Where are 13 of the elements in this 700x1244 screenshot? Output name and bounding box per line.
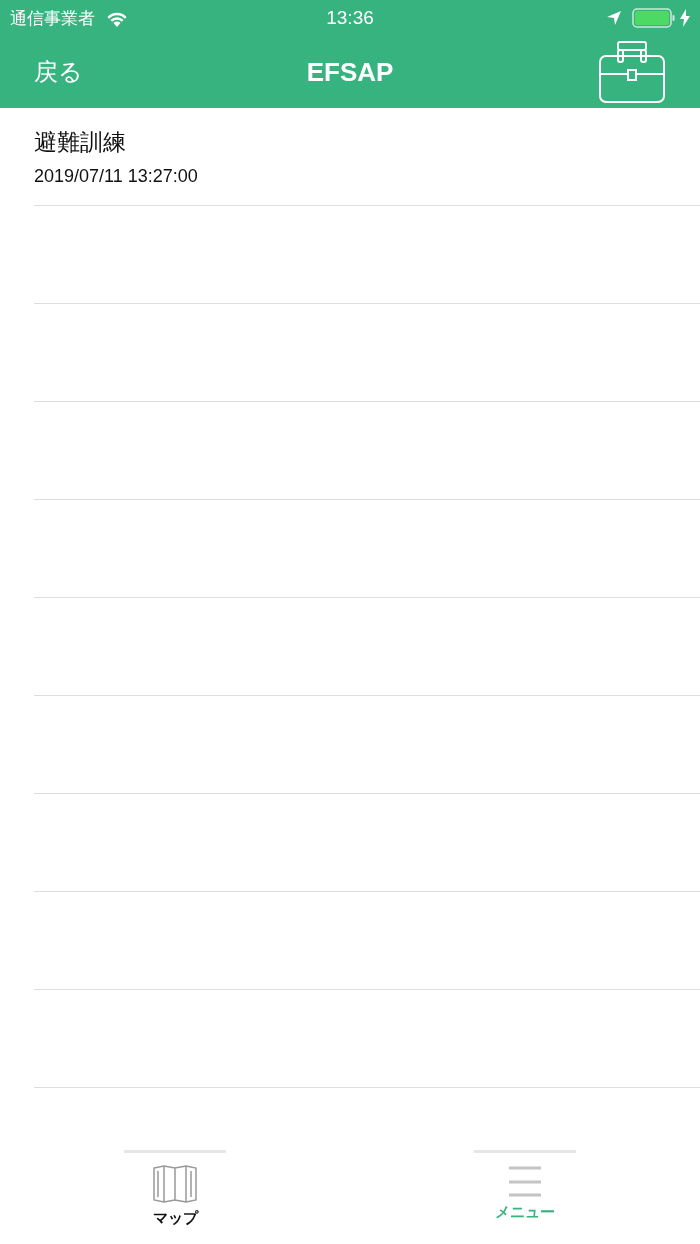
- battery-icon: [632, 8, 676, 28]
- location-icon: [606, 10, 622, 26]
- item-date: 2019/07/11 13:27:00: [34, 165, 198, 187]
- clock-time: 13:36: [325, 7, 375, 29]
- item-title: 避難訓練: [34, 127, 126, 157]
- menu-icon: [507, 1165, 543, 1197]
- list-row[interactable]: 避難訓練 2019/07/11 13:27:00: [34, 108, 700, 206]
- nav-title: EFSAP: [305, 56, 395, 88]
- map-icon: [153, 1165, 197, 1203]
- carrier-label: 通信事業者: [10, 6, 95, 30]
- tab[interactable]: マップ: [152, 1165, 198, 1228]
- toolbox-icon[interactable]: [598, 40, 666, 104]
- charging-icon: [680, 9, 690, 27]
